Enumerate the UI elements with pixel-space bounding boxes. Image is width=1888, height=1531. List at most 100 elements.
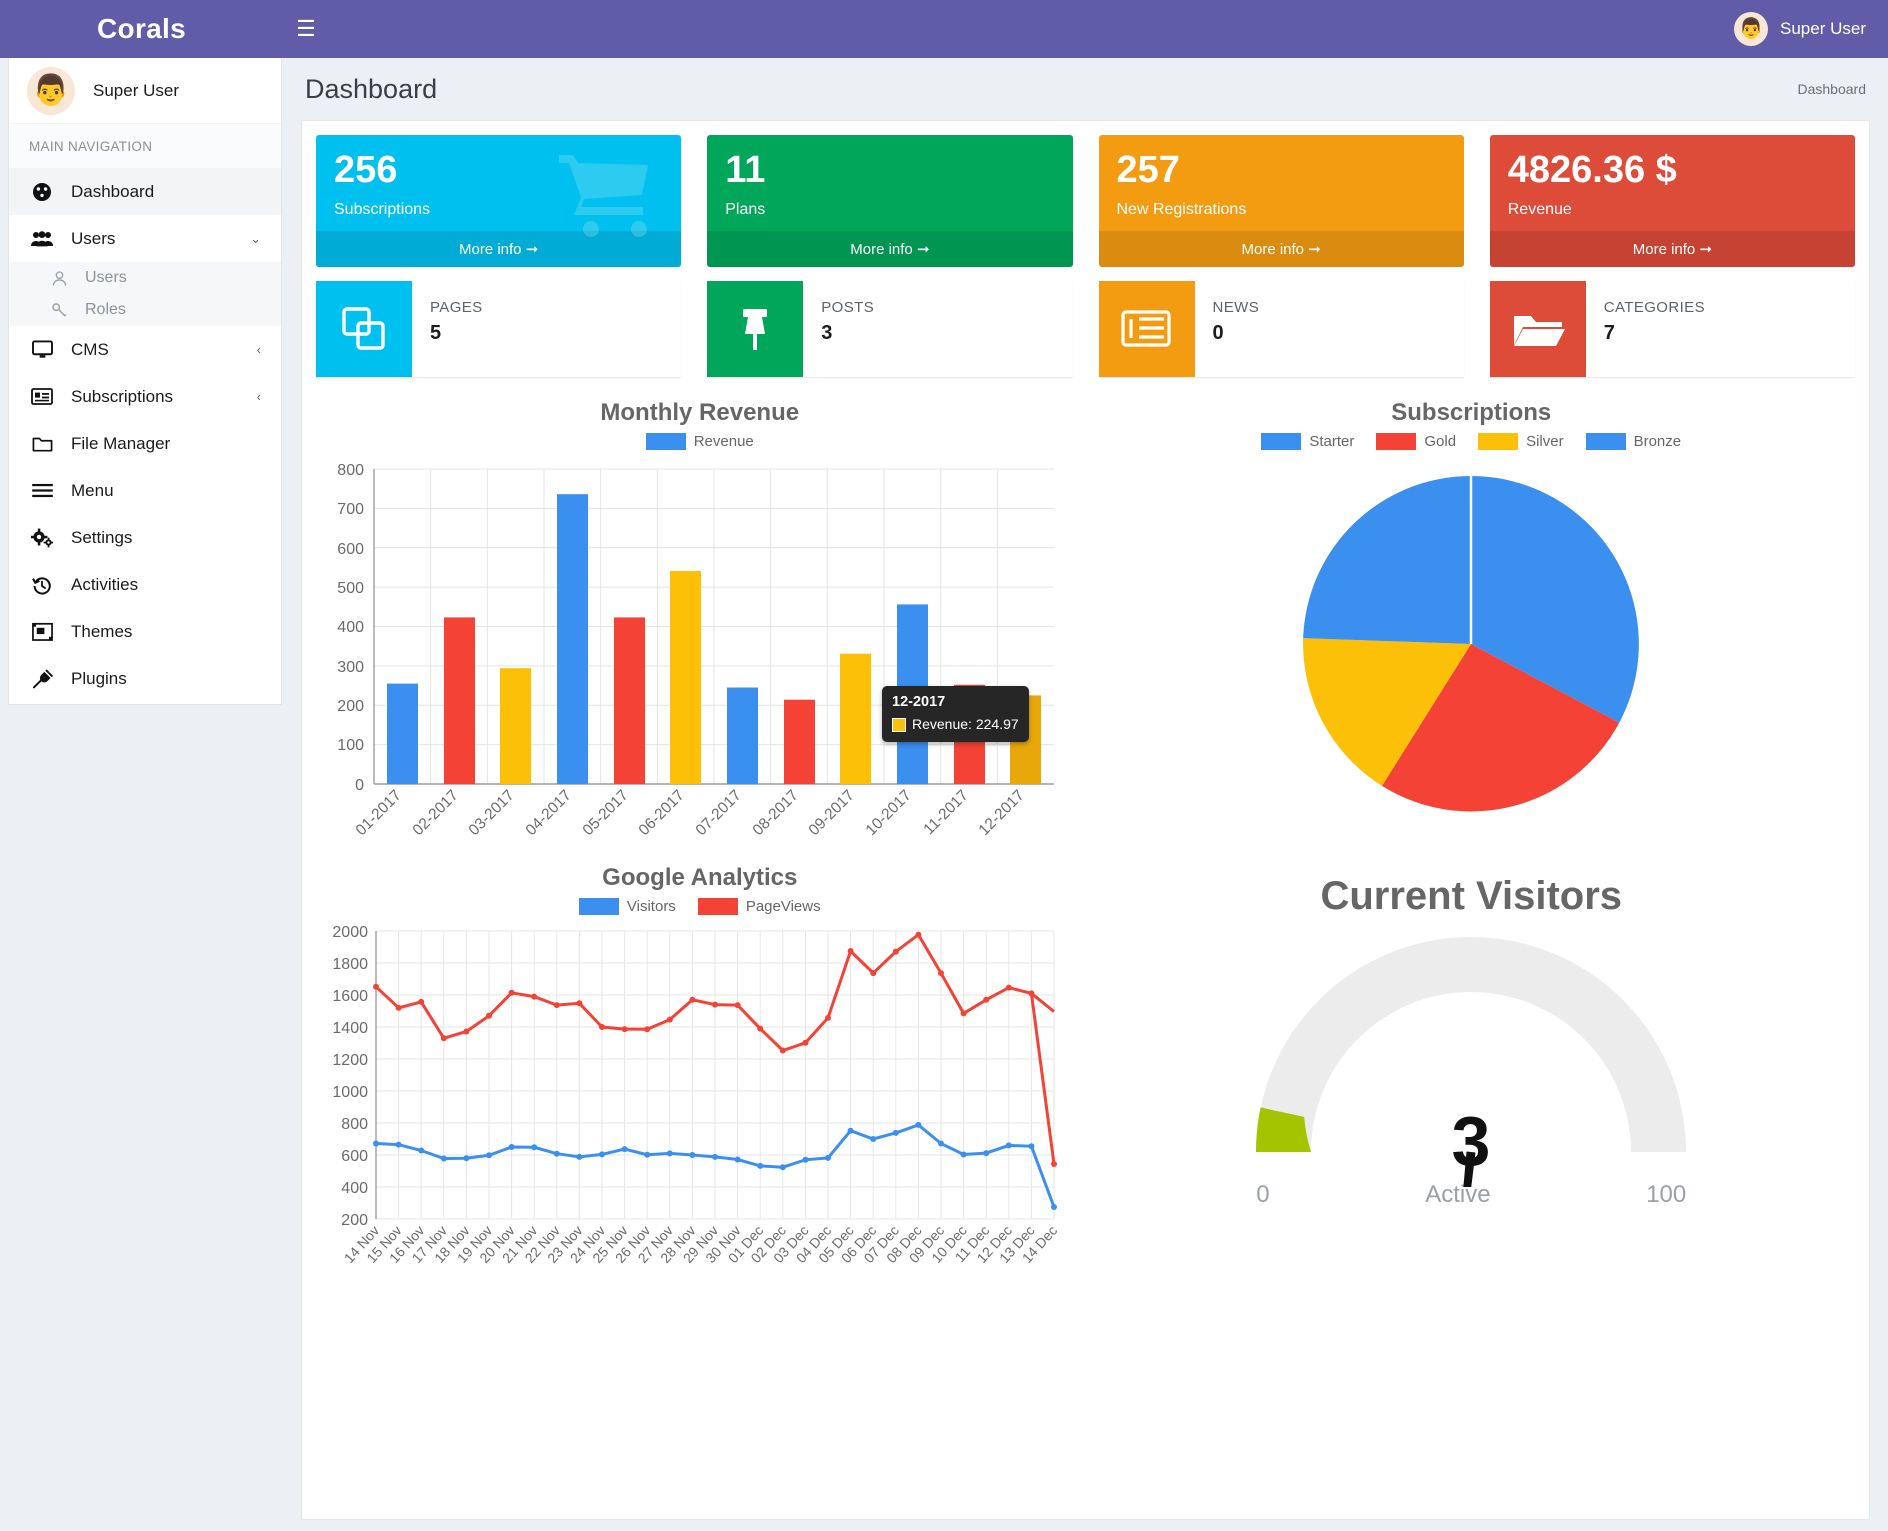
sidebar-user-panel[interactable]: 👨 Super User (9, 58, 281, 124)
legend-item[interactable]: Revenue (645, 432, 754, 450)
legend-item[interactable]: Visitors (578, 897, 676, 915)
sidebar-item-dashboard[interactable]: Dashboard (9, 168, 281, 215)
stat-value: 11 (725, 149, 766, 191)
top-navbar: Corals ☰ 👨 Super User (0, 0, 1888, 58)
legend-item[interactable]: Starter (1261, 432, 1355, 450)
sidebar: 👨 Super User MAIN NAVIGATION Dashboard U… (8, 58, 282, 705)
info-caption: NEWS (1212, 298, 1260, 316)
tooltip-row: Revenue: 224.97 (892, 715, 1019, 734)
sidebar-item-plugins[interactable]: Plugins (9, 655, 281, 702)
sidebar-item-users[interactable]: Users ⌄ (9, 215, 281, 262)
info-value: 5 (430, 321, 442, 344)
google-analytics-chart[interactable]: 2000 1800 1600 1400 1200 1000 800 600 400 200 (314, 919, 1086, 1279)
sidebar-item-menu[interactable]: Menu (9, 467, 281, 514)
content-header: Dashboard Dashboard (283, 58, 1888, 120)
legend-item[interactable]: Bronze (1585, 432, 1681, 450)
folder-open-icon (1489, 280, 1586, 377)
svg-text:1400: 1400 (332, 1020, 368, 1037)
legend-swatch (1261, 432, 1302, 450)
sidebar-item-cms[interactable]: CMS ‹ (9, 326, 281, 373)
sidebar-subitem-roles[interactable]: Roles (9, 294, 281, 326)
copy-icon (316, 280, 412, 377)
legend-swatch (1585, 432, 1626, 450)
stat-label: Revenue (1507, 200, 1572, 218)
stat-label: Subscriptions (334, 200, 431, 218)
current-visitors-gauge[interactable]: 3 (1086, 936, 1858, 1187)
svg-text:100: 100 (337, 737, 364, 754)
svg-text:500: 500 (337, 580, 364, 597)
newspaper-icon (1098, 280, 1195, 377)
svg-text:03-2017: 03-2017 (466, 787, 518, 839)
folder-icon (29, 435, 55, 453)
more-info-link[interactable]: More info ➞ (707, 230, 1073, 267)
stat-card-new-registrations[interactable]: 257 New Registrations More info ➞ (1098, 135, 1464, 267)
legend-item[interactable]: Gold (1376, 432, 1456, 450)
legend-item[interactable]: PageViews (697, 897, 821, 915)
more-info-label: More info (1632, 240, 1696, 258)
info-box-pages[interactable]: PAGES 5 (316, 280, 682, 377)
key-icon (47, 302, 71, 319)
legend-swatch (1478, 432, 1519, 450)
google-analytics-legend: Visitors PageViews (314, 897, 1086, 915)
info-caption: POSTS (821, 298, 875, 316)
gauge-value-text: 3 (1452, 1102, 1491, 1180)
topbar-user-menu[interactable]: 👨 Super User (1734, 12, 1888, 46)
stat-label: Plans (725, 200, 766, 218)
sidebar-user-name: Super User (93, 80, 179, 100)
topbar-user-name: Super User (1780, 19, 1866, 38)
more-info-label: More info (458, 240, 522, 258)
sidebar-item-settings[interactable]: Settings (9, 514, 281, 561)
legend-swatch (645, 432, 686, 450)
subscriptions-chart-title: Subscriptions (1391, 398, 1552, 426)
info-box-categories[interactable]: CATEGORIES 7 (1489, 280, 1855, 377)
legend-label: Silver (1526, 432, 1564, 450)
stat-cards-row: 256 Subscriptions More info ➞ 11 Plans M… (314, 133, 1857, 267)
sidebar-item-label: Settings (71, 527, 133, 547)
sidebar-item-subscriptions[interactable]: Subscriptions ‹ (9, 373, 281, 420)
hamburger-icon[interactable]: ☰ (283, 0, 329, 58)
legend-item[interactable]: Silver (1478, 432, 1564, 450)
legend-label: Visitors (626, 897, 676, 915)
avatar: 👨 (27, 66, 75, 115)
svg-text:300: 300 (337, 659, 364, 676)
sidebar-item-themes[interactable]: Themes (9, 608, 281, 655)
svg-text:10-2017: 10-2017 (863, 787, 915, 839)
breadcrumb[interactable]: Dashboard (1798, 81, 1867, 97)
svg-text:400: 400 (337, 619, 364, 636)
brand-logo[interactable]: Corals (0, 0, 283, 58)
info-value: 7 (1603, 321, 1615, 344)
sidebar-item-file-manager[interactable]: File Manager (9, 420, 281, 467)
svg-text:09-2017: 09-2017 (806, 787, 858, 839)
arrow-circle-right-icon: ➞ (916, 240, 930, 258)
legend-label: Starter (1309, 432, 1355, 450)
svg-text:2000: 2000 (332, 924, 368, 941)
stat-card-plans[interactable]: 11 Plans More info ➞ (707, 135, 1073, 267)
info-box-posts[interactable]: POSTS 3 (707, 280, 1073, 377)
bar-chart-svg: 800 700 600 500 400 300 200 100 0 01-201… (337, 462, 1054, 839)
sidebar-item-label: Users (71, 228, 116, 248)
more-info-label: More info (850, 240, 913, 258)
svg-text:800: 800 (337, 462, 364, 479)
chevron-left-icon: ‹ (256, 342, 261, 357)
svg-text:08-2017: 08-2017 (750, 787, 802, 839)
svg-text:200: 200 (337, 698, 364, 715)
sidebar-item-label: CMS (71, 339, 109, 359)
more-info-link[interactable]: More info ➞ (1489, 230, 1855, 267)
more-info-link[interactable]: More info ➞ (1098, 230, 1464, 267)
svg-text:1600: 1600 (332, 988, 368, 1005)
sidebar-item-activities[interactable]: Activities (9, 561, 281, 608)
stat-card-revenue[interactable]: 4826.36 $ Revenue More info ➞ (1489, 135, 1855, 267)
arrow-circle-right-icon: ➞ (1308, 240, 1321, 258)
subscriptions-pie-chart[interactable] (1086, 454, 1858, 834)
svg-text:06-2017: 06-2017 (636, 787, 688, 839)
chevron-left-icon: ‹ (256, 389, 261, 404)
google-analytics-title: Google Analytics (602, 863, 798, 891)
charts-area: Monthly Revenue Revenue 800 700 600 500 … (314, 393, 1857, 1279)
stat-card-subscriptions[interactable]: 256 Subscriptions More info ➞ (316, 135, 682, 267)
info-box-news[interactable]: NEWS 0 (1098, 280, 1464, 377)
bars-icon (29, 483, 55, 498)
dashboard-panel: 256 Subscriptions More info ➞ 11 Plans M… (301, 120, 1870, 1520)
monthly-revenue-chart[interactable]: 800 700 600 500 400 300 200 100 0 01-201… (314, 454, 1086, 844)
sidebar-item-label: Subscriptions (71, 386, 174, 406)
sidebar-subitem-users[interactable]: Users (9, 262, 281, 294)
